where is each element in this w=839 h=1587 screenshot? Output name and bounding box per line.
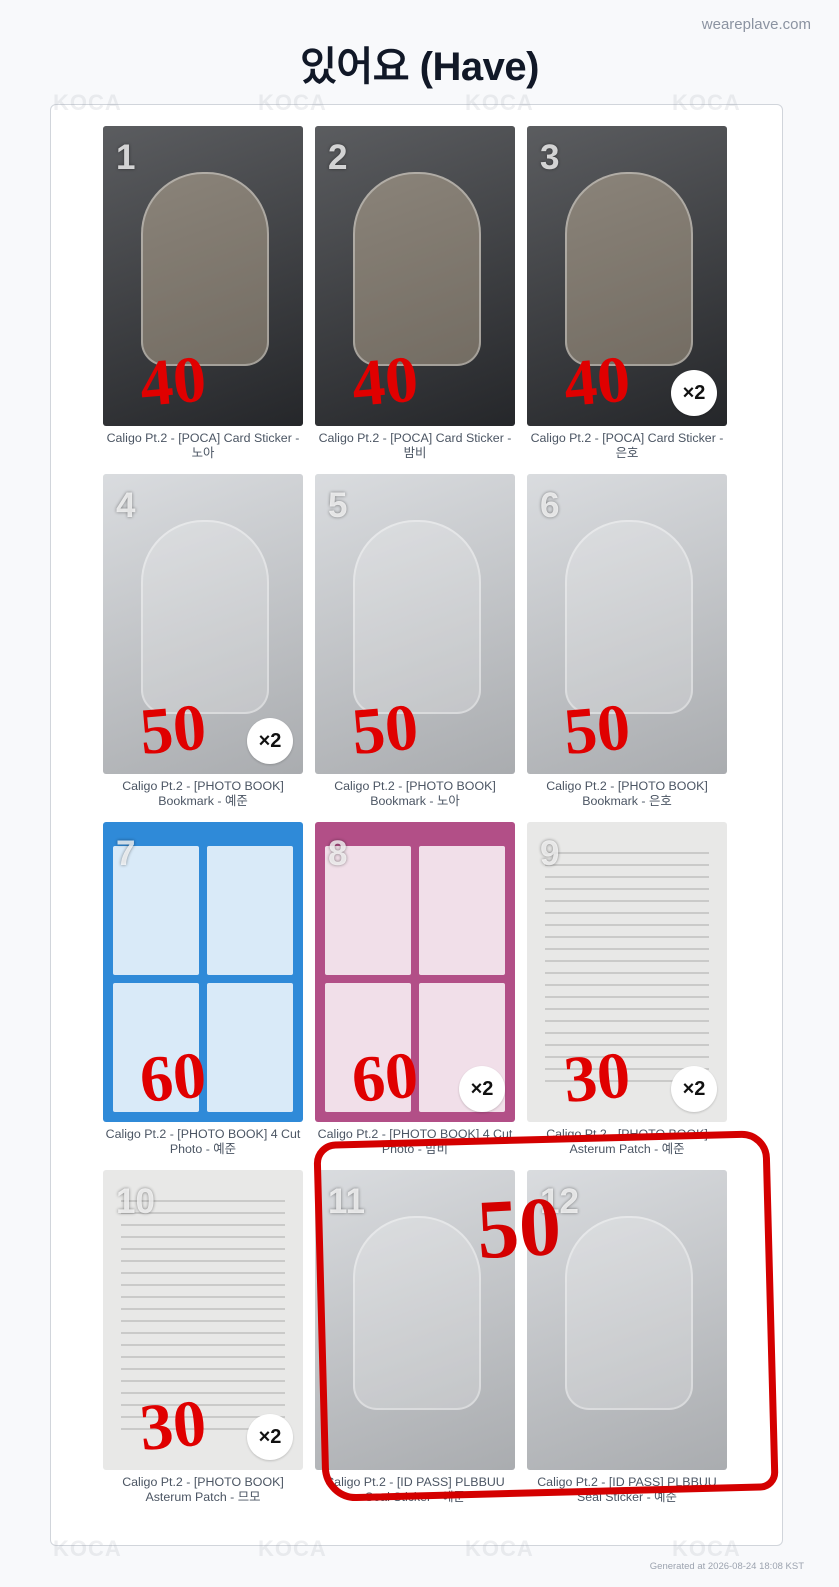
item-card[interactable]: 10 30 ×2 Caligo Pt.2 - [PHOTO BOOK] Aste… (103, 1170, 303, 1504)
item-number: 9 (540, 834, 560, 873)
item-caption: Caligo Pt.2 - [PHOTO BOOK] Asterum Patch… (527, 1127, 727, 1157)
site-watermark: weareplave.com (701, 16, 811, 33)
item-number: 3 (540, 138, 560, 177)
caption-line-1: Caligo Pt.2 - [POCA] Card Sticker - (318, 431, 512, 445)
caption-line-1: Caligo Pt.2 - [PHOTO BOOK] (122, 779, 284, 793)
caption-line-1: Caligo Pt.2 - [PHOTO BOOK] (546, 1127, 708, 1141)
generated-timestamp: Generated at 2026-08-24 18:08 KST (649, 1561, 804, 1572)
caption-line-1: Caligo Pt.2 - [PHOTO BOOK] 4 Cut (317, 1127, 513, 1141)
price-mark: 60 (348, 1038, 422, 1117)
price-mark: 40 (136, 342, 210, 421)
quantity-badge: ×2 (247, 1414, 293, 1460)
caption-line-1: Caligo Pt.2 - [PHOTO BOOK] (546, 779, 708, 793)
quantity-badge: ×2 (671, 370, 717, 416)
item-photo: 2 40 (315, 126, 515, 426)
item-number: 1 (116, 138, 136, 177)
item-number: 2 (328, 138, 348, 177)
item-number: 8 (328, 834, 348, 873)
price-mark: 50 (136, 690, 210, 769)
price-mark: 50 (348, 690, 422, 769)
page-title: 있어요 (Have) (300, 45, 539, 89)
quantity-badge: ×2 (671, 1066, 717, 1112)
caption-line-1: Caligo Pt.2 - [PHOTO BOOK] (334, 779, 496, 793)
item-grid: 1 40 Caligo Pt.2 - [POCA] Card Sticker -… (103, 126, 727, 1504)
item-card[interactable]: 4 50 ×2 Caligo Pt.2 - [PHOTO BOOK] Bookm… (103, 474, 303, 808)
caption-line-1: Caligo Pt.2 - [ID PASS] PLBBUU (325, 1475, 505, 1489)
character-figure (141, 172, 269, 366)
price-mark: 50 (560, 690, 634, 769)
quantity-badge: ×2 (247, 718, 293, 764)
item-number: 4 (116, 486, 136, 525)
character-figure (565, 172, 693, 366)
caption-line-1: Caligo Pt.2 - [PHOTO BOOK] (122, 1475, 284, 1489)
caption-line-2: 노아 (191, 446, 215, 460)
item-photo: 4 50 ×2 (103, 474, 303, 774)
item-photo: 3 40 ×2 (527, 126, 727, 426)
character-figure (353, 1216, 481, 1410)
item-card[interactable]: 5 50 Caligo Pt.2 - [PHOTO BOOK] Bookmark… (315, 474, 515, 808)
caption-line-2: Bookmark - 예준 (158, 794, 248, 808)
item-caption: Caligo Pt.2 - [PHOTO BOOK] Bookmark - 예준 (103, 779, 303, 809)
caption-line-1: Caligo Pt.2 - [ID PASS] PLBBUU (537, 1475, 717, 1489)
caption-line-2: 은호 (615, 446, 639, 460)
caption-line-2: Bookmark - 은호 (582, 794, 672, 808)
item-card[interactable]: 8 60 ×2 Caligo Pt.2 - [PHOTO BOOK] 4 Cut… (315, 822, 515, 1156)
item-number: 11 (328, 1182, 365, 1221)
item-photo: 9 30 ×2 (527, 822, 727, 1122)
caption-line-2: Asterum Patch - 므모 (145, 1490, 261, 1504)
item-number: 7 (116, 834, 136, 873)
item-card[interactable]: 6 50 Caligo Pt.2 - [PHOTO BOOK] Bookmark… (527, 474, 727, 808)
item-photo: 10 30 ×2 (103, 1170, 303, 1470)
character-figure (565, 520, 693, 714)
caption-line-1: Caligo Pt.2 - [PHOTO BOOK] 4 Cut (105, 1127, 301, 1141)
character-figure (353, 520, 481, 714)
item-caption: Caligo Pt.2 - [PHOTO BOOK] Bookmark - 노아 (315, 779, 515, 809)
item-caption: Caligo Pt.2 - [POCA] Card Sticker - 은호 (527, 431, 727, 461)
price-mark: 30 (560, 1038, 634, 1117)
item-caption: Caligo Pt.2 - [PHOTO BOOK] 4 Cut Photo -… (103, 1127, 303, 1157)
price-mark: 30 (136, 1386, 210, 1465)
page-root: weareplave.com 있어요 (Have) KOCA KOCA KOCA… (0, 0, 839, 1587)
bundle-price-mark: 50 (474, 1179, 564, 1278)
item-number: 6 (540, 486, 560, 525)
item-caption: Caligo Pt.2 - [POCA] Card Sticker - 노아 (103, 431, 303, 461)
item-card[interactable]: 3 40 ×2 Caligo Pt.2 - [POCA] Card Sticke… (527, 126, 727, 460)
caption-line-1: Caligo Pt.2 - [POCA] Card Sticker - (530, 431, 724, 445)
item-number: 5 (328, 486, 348, 525)
item-photo: 1 40 (103, 126, 303, 426)
item-photo: 7 60 (103, 822, 303, 1122)
item-caption: Caligo Pt.2 - [ID PASS] PLBBUU Seal Stic… (315, 1475, 515, 1505)
item-photo: 8 60 ×2 (315, 822, 515, 1122)
item-caption: Caligo Pt.2 - [POCA] Card Sticker - 밤비 (315, 431, 515, 461)
item-card[interactable]: 1 40 Caligo Pt.2 - [POCA] Card Sticker -… (103, 126, 303, 460)
caption-line-2: Seal Sticker - 예준 (365, 1490, 465, 1504)
item-card[interactable]: 7 60 Caligo Pt.2 - [PHOTO BOOK] 4 Cut Ph… (103, 822, 303, 1156)
caption-line-2: 밤비 (403, 446, 427, 460)
price-mark: 60 (136, 1038, 210, 1117)
item-caption: Caligo Pt.2 - [ID PASS] PLBBUU Seal Stic… (527, 1475, 727, 1505)
item-number: 10 (116, 1182, 155, 1221)
caption-line-2: Photo - 밤비 (381, 1142, 449, 1156)
item-caption: Caligo Pt.2 - [PHOTO BOOK] Bookmark - 은호 (527, 779, 727, 809)
quantity-badge: ×2 (459, 1066, 505, 1112)
item-caption: Caligo Pt.2 - [PHOTO BOOK] 4 Cut Photo -… (315, 1127, 515, 1157)
character-figure (565, 1216, 693, 1410)
item-caption: Caligo Pt.2 - [PHOTO BOOK] Asterum Patch… (103, 1475, 303, 1505)
caption-line-2: Photo - 예준 (169, 1142, 237, 1156)
price-mark: 40 (348, 342, 422, 421)
caption-line-2: Seal Sticker - 예준 (577, 1490, 677, 1504)
character-figure (141, 520, 269, 714)
item-photo: 5 50 (315, 474, 515, 774)
caption-line-1: Caligo Pt.2 - [POCA] Card Sticker - (106, 431, 300, 445)
item-photo: 6 50 (527, 474, 727, 774)
price-mark: 40 (560, 342, 634, 421)
caption-line-2: Bookmark - 노아 (370, 794, 460, 808)
character-figure (353, 172, 481, 366)
item-card[interactable]: 2 40 Caligo Pt.2 - [POCA] Card Sticker -… (315, 126, 515, 460)
caption-line-2: Asterum Patch - 예준 (569, 1142, 685, 1156)
item-card[interactable]: 9 30 ×2 Caligo Pt.2 - [PHOTO BOOK] Aster… (527, 822, 727, 1156)
